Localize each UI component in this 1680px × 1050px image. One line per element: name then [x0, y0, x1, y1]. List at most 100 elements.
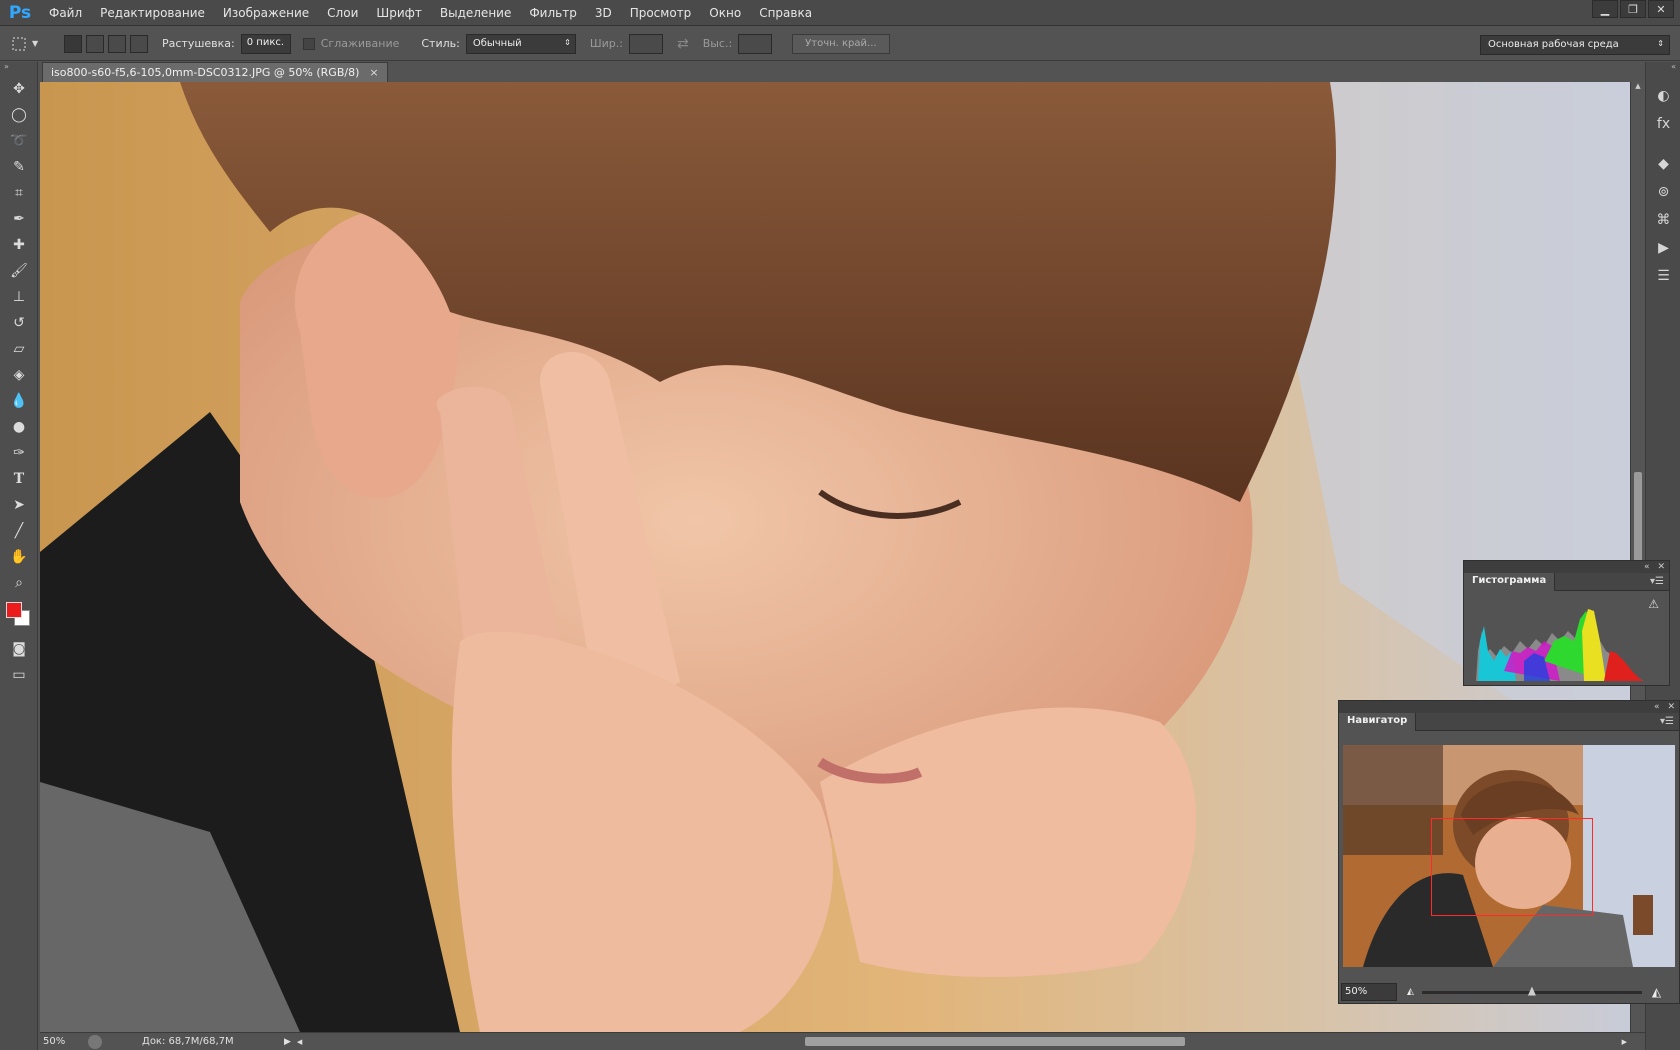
scroll-left-icon[interactable]: ◀ [297, 1038, 302, 1046]
histogram-graph [1476, 609, 1644, 681]
dodge-tool-icon[interactable]: ● [0, 414, 38, 440]
width-label: Шир.: [589, 37, 623, 50]
navigator-zoom-value[interactable]: 50% [1341, 983, 1397, 1001]
chevron-down-icon: ▼ [32, 39, 39, 48]
menu-window[interactable]: Окно [700, 0, 750, 26]
menu-file[interactable]: Файл [40, 0, 91, 26]
collapse-toolbox-icon[interactable]: » [0, 62, 37, 76]
restore-icon[interactable]: ❐ [1620, 0, 1646, 18]
foreground-color-swatch[interactable] [6, 602, 22, 618]
menu-type[interactable]: Шрифт [367, 0, 431, 26]
scroll-right-icon[interactable]: ▶ [1622, 1038, 1627, 1046]
eraser-icon[interactable]: ▱ [0, 336, 38, 362]
clone-stamp-icon[interactable]: ⊥ [0, 284, 38, 310]
styles-icon[interactable]: fx [1646, 110, 1680, 138]
feather-input[interactable]: 0 пикс. [240, 33, 291, 54]
height-input[interactable] [738, 33, 773, 54]
color-swatches [0, 596, 38, 636]
workspace-value: Основная рабочая среда [1488, 39, 1619, 50]
panel-menu-icon[interactable]: ▾☰ [1660, 716, 1679, 727]
history-brush-icon[interactable]: ↺ [0, 310, 38, 336]
hand-tool-icon[interactable]: ✋ [0, 544, 38, 570]
menu-select[interactable]: Выделение [431, 0, 520, 26]
tool-preset-picker[interactable]: ▼ [10, 31, 50, 57]
adjustments-icon[interactable]: ◐ [1646, 82, 1680, 110]
antialias-checkbox[interactable] [302, 37, 315, 50]
collapse-dock-icon[interactable]: « [1646, 62, 1680, 76]
zoom-in-icon[interactable]: ◭ [1652, 985, 1661, 999]
photoshop-logo: Ps [8, 2, 32, 23]
close-tab-icon[interactable]: × [369, 66, 378, 79]
eyedropper-icon[interactable]: ✒ [0, 206, 38, 232]
close-panel-icon[interactable]: ✕ [1667, 702, 1675, 712]
line-tool-icon[interactable]: ╱ [0, 518, 38, 544]
menu-image[interactable]: Изображение [214, 0, 318, 26]
height-label: Выс.: [702, 37, 733, 50]
style-value: Обычный [472, 37, 522, 49]
brush-tool-icon[interactable]: 🖌 [0, 258, 38, 284]
add-selection-icon[interactable] [86, 34, 104, 53]
collapse-panel-icon[interactable]: « [1654, 702, 1660, 712]
refine-edge-button[interactable]: Уточн. край... [792, 33, 890, 54]
horizontal-scroll-thumb[interactable] [805, 1037, 1185, 1046]
navigator-tab[interactable]: Навигатор [1339, 712, 1417, 731]
zoom-out-icon[interactable]: ◭ [1407, 987, 1414, 997]
menu-3d[interactable]: 3D [586, 0, 621, 26]
navigator-view-rect[interactable] [1431, 818, 1593, 916]
width-input[interactable] [628, 33, 663, 54]
menu-layers[interactable]: Слои [318, 0, 367, 26]
close-panel-icon[interactable]: ✕ [1657, 562, 1665, 572]
quick-mask-icon[interactable]: ◙ [0, 636, 38, 662]
style-select[interactable]: Обычный ⇕ [465, 33, 576, 54]
blur-tool-icon[interactable]: 💧 [0, 388, 38, 414]
histogram-panel: « ✕ Гистограмма ▾☰ ⚠ [1463, 560, 1670, 686]
zoom-tool-icon[interactable]: ⌕ [0, 570, 38, 596]
document-title: iso800-s60-f5,6-105,0mm-DSC0312.JPG @ 50… [51, 66, 360, 79]
menu-bar: Ps Файл Редактирование Изображение Слои … [0, 0, 1680, 26]
navigator-footer: 50% ◭ ◭ [1339, 981, 1679, 1003]
crop-tool-icon[interactable]: ⌗ [0, 180, 38, 206]
workspace-select[interactable]: Основная рабочая среда ⇕ [1480, 35, 1670, 55]
scroll-up-icon[interactable]: ▲ [1631, 82, 1645, 90]
menu-filter[interactable]: Фильтр [520, 0, 585, 26]
path-selection-icon[interactable]: ➤ [0, 492, 38, 518]
status-menu-icon[interactable] [88, 1034, 102, 1049]
healing-brush-icon[interactable]: ✚ [0, 232, 38, 258]
histogram-header: Гистограмма ▾☰ [1464, 572, 1669, 591]
swap-dimensions-icon[interactable]: ⇄ [677, 36, 689, 52]
actions-icon[interactable]: ▶ [1646, 234, 1680, 262]
paths-icon[interactable]: ⌘ [1646, 206, 1680, 234]
menu-help[interactable]: Справка [750, 0, 821, 26]
histogram-tab[interactable]: Гистограмма [1464, 572, 1556, 591]
subtract-selection-icon[interactable] [108, 34, 126, 53]
feather-label: Растушевка: [162, 37, 235, 50]
minimize-icon[interactable]: ▁ [1592, 0, 1618, 18]
screen-mode-icon[interactable]: ▭ [0, 662, 38, 688]
pen-tool-icon[interactable]: ✑ [0, 440, 38, 466]
panel-menu-icon[interactable]: ▾☰ [1650, 576, 1669, 587]
layers-icon[interactable]: ◆ [1646, 150, 1680, 178]
type-tool-icon[interactable]: T [0, 466, 38, 492]
menu-view[interactable]: Просмотр [621, 0, 701, 26]
navigator-preview[interactable] [1339, 731, 1679, 981]
zoom-slider-thumb[interactable] [1527, 986, 1536, 996]
quick-selection-icon[interactable]: ✎ [0, 154, 38, 180]
histogram-warning-icon[interactable]: ⚠ [1648, 597, 1659, 611]
status-zoom[interactable]: 50% [40, 1036, 84, 1047]
lasso-tool-icon[interactable]: ➰ [0, 128, 38, 154]
menu-edit[interactable]: Редактирование [91, 0, 214, 26]
intersect-selection-icon[interactable] [130, 34, 148, 53]
status-bar: 50% Док: 68,7M/68,7M ▶ ◀ ▶ [40, 1032, 1645, 1050]
paint-bucket-icon[interactable]: ◈ [0, 362, 38, 388]
collapse-panel-icon[interactable]: « [1644, 562, 1650, 572]
move-tool-icon[interactable]: ✥ [0, 76, 38, 102]
properties-icon[interactable]: ☰ [1646, 262, 1680, 290]
close-window-icon[interactable]: ✕ [1648, 0, 1674, 18]
status-expand-icon[interactable]: ▶ [284, 1037, 291, 1047]
document-tab[interactable]: iso800-s60-f5,6-105,0mm-DSC0312.JPG @ 50… [42, 62, 388, 82]
window-controls: ▁ ❐ ✕ [1590, 0, 1674, 18]
new-selection-icon[interactable] [64, 34, 82, 53]
zoom-slider-track[interactable] [1421, 986, 1642, 996]
marquee-tool-icon[interactable]: ◯ [0, 102, 38, 128]
channels-icon[interactable]: ⊚ [1646, 178, 1680, 206]
